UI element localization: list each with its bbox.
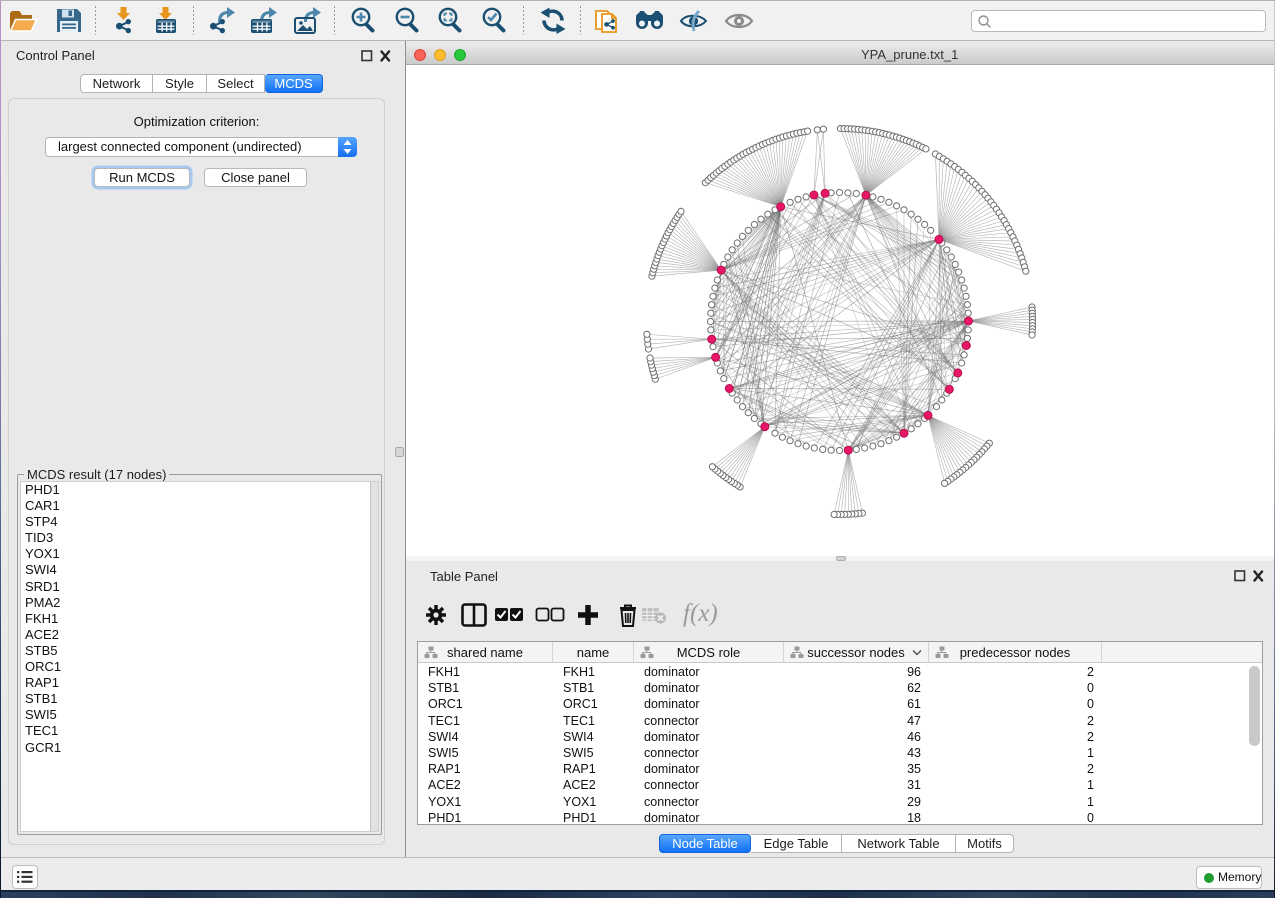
svg-text:f(x): f(x) xyxy=(683,600,718,627)
